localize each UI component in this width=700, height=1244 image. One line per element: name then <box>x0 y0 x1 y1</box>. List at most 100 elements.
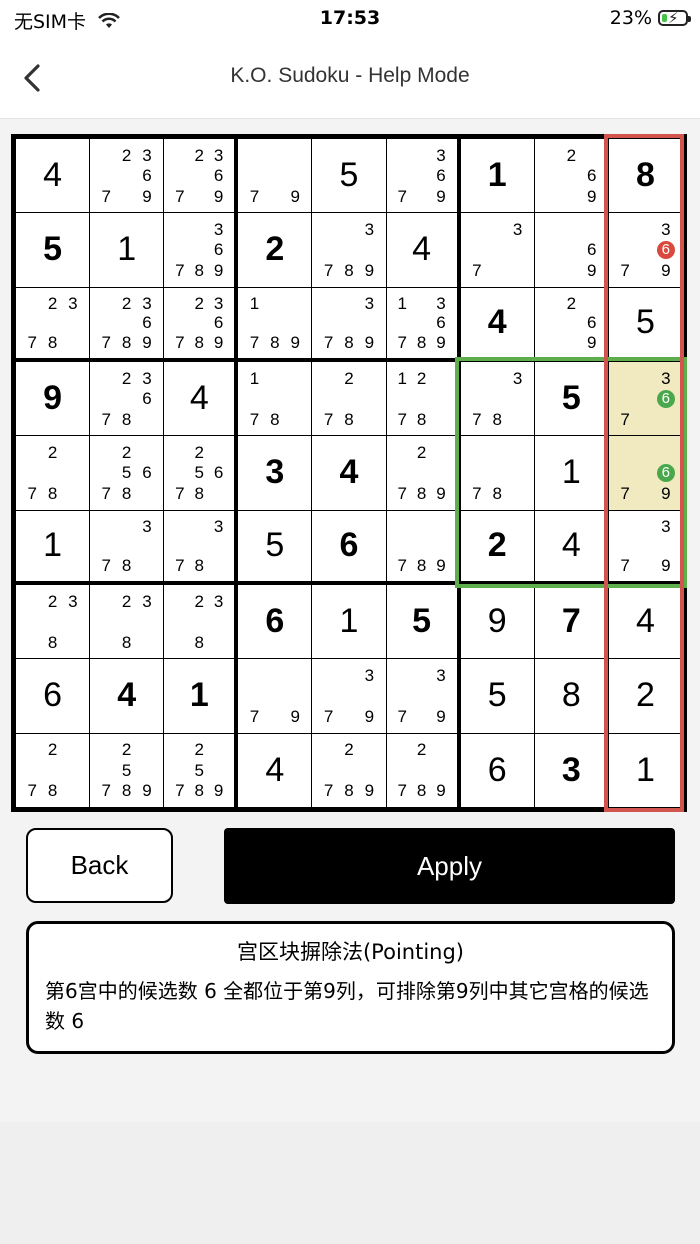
candidate: 8 <box>121 555 132 575</box>
cell-r5c9[interactable]: 6 7 9 <box>608 436 682 510</box>
cell-r7c8[interactable]: 7 <box>534 585 608 659</box>
cell-r3c8[interactable]: 269 <box>534 287 608 358</box>
cell-r7c7[interactable]: 9 <box>460 585 534 659</box>
cell-r9c3[interactable]: 25789 <box>164 733 235 807</box>
candidate: 7 <box>620 409 630 429</box>
cell-r4c1[interactable]: 9 <box>16 362 90 436</box>
cell-r5c1[interactable]: 278 <box>16 436 90 510</box>
cell-r2c2[interactable]: 1 <box>90 213 164 287</box>
back-button[interactable]: Back <box>26 828 173 903</box>
cell-r8c9[interactable]: 2 <box>608 659 682 733</box>
cell-r8c3[interactable]: 1 <box>164 659 235 733</box>
cell-r9c2[interactable]: 25789 <box>90 733 164 807</box>
candidate: 7 <box>249 332 260 352</box>
cell-r6c4[interactable]: 5 <box>238 510 312 581</box>
cell-r2c1[interactable]: 5 <box>16 213 90 287</box>
cell-r9c6[interactable]: 2 789 <box>386 733 457 807</box>
cell-r6c8[interactable]: 4 <box>534 510 608 581</box>
cell-r4c5[interactable]: 2 78 <box>312 362 386 436</box>
cell-r1c8[interactable]: 269 <box>534 139 608 213</box>
candidate <box>467 463 487 483</box>
cell-r6c5[interactable]: 6 <box>312 510 386 581</box>
cell-r5c5[interactable]: 4 <box>312 436 386 510</box>
cell-r7c1[interactable]: 23 8 <box>16 585 90 659</box>
cell-r5c6[interactable]: 2789 <box>386 436 457 510</box>
cell-r2c9[interactable]: 36 7 9 <box>608 213 682 287</box>
candidate <box>190 219 209 239</box>
cell-r8c7[interactable]: 5 <box>460 659 534 733</box>
cell-r5c4[interactable]: 3 <box>238 436 312 510</box>
candidate <box>63 781 83 801</box>
cell-r8c2[interactable]: 4 <box>90 659 164 733</box>
cell-r4c2[interactable]: 236 78 <box>90 362 164 436</box>
cell-r2c6[interactable]: 4 <box>386 213 457 287</box>
cell-r2c4[interactable]: 2 <box>238 213 312 287</box>
hint-title: 宫区块摒除法(Pointing) <box>236 940 464 964</box>
cell-r1c9[interactable]: 8 <box>608 139 682 213</box>
cell-r4c7[interactable]: 3 78 <box>460 362 534 436</box>
battery-level <box>662 14 668 22</box>
cell-r8c4[interactable]: 79 <box>238 659 312 733</box>
cell-r5c2[interactable]: 256 78 <box>90 436 164 510</box>
cell-r9c5[interactable]: 2 789 <box>312 733 386 807</box>
candidate <box>63 463 83 483</box>
candidate: 2 <box>121 145 132 165</box>
cell-r8c8[interactable]: 8 <box>534 659 608 733</box>
cell-r7c2[interactable]: 23 8 <box>90 585 164 659</box>
candidate: 9 <box>142 781 152 801</box>
cell-r2c7[interactable]: 37 <box>460 213 534 287</box>
candidate: 3 <box>436 293 446 313</box>
cell-r9c9[interactable]: 1 <box>608 733 682 807</box>
cell-r6c2[interactable]: 3 78 <box>90 510 164 581</box>
cell-r1c3[interactable]: 236 7 9 <box>164 139 235 213</box>
cell-r7c4[interactable]: 6 <box>238 585 312 659</box>
apply-button[interactable]: Apply <box>224 828 675 904</box>
cell-r1c4[interactable]: 79 <box>238 139 312 213</box>
cell-r5c7[interactable]: 78 <box>460 436 534 510</box>
cell-r8c5[interactable]: 3 7 9 <box>312 659 386 733</box>
candidate <box>541 333 561 352</box>
cell-r7c3[interactable]: 23 8 <box>164 585 235 659</box>
cell-r3c4[interactable]: 1789 <box>238 287 312 358</box>
cell-r1c7[interactable]: 1 <box>460 139 534 213</box>
cell-r4c9[interactable]: 36 7 <box>608 362 682 436</box>
cell-r3c7[interactable]: 4 <box>460 287 534 358</box>
cell-r6c3[interactable]: 3 78 <box>164 510 235 581</box>
cell-r6c9[interactable]: 3 7 9 <box>608 510 682 581</box>
cell-r7c6[interactable]: 5 <box>386 585 457 659</box>
cell-r5c8[interactable]: 1 <box>534 436 608 510</box>
cell-r6c6[interactable]: 789 <box>386 510 457 581</box>
cell-r6c1[interactable]: 1 <box>16 510 90 581</box>
cell-r4c6[interactable]: 12 78 <box>386 362 457 436</box>
cell-r2c8[interactable]: 69 <box>534 213 608 287</box>
cell-r7c5[interactable]: 1 <box>312 585 386 659</box>
cell-r9c7[interactable]: 6 <box>460 733 534 807</box>
cell-r4c3[interactable]: 4 <box>164 362 235 436</box>
cell-r7c9[interactable]: 4 <box>608 585 682 659</box>
candidate <box>170 442 189 462</box>
cell-r3c2[interactable]: 236 789 <box>90 287 164 358</box>
cell-r4c4[interactable]: 1 78 <box>238 362 312 436</box>
candidate: 5 <box>194 760 204 780</box>
cell-r9c1[interactable]: 2 78 <box>16 733 90 807</box>
cell-r5c3[interactable]: 256 78 <box>164 436 235 510</box>
candidate <box>22 760 42 780</box>
cell-r3c9[interactable]: 5 <box>608 287 682 358</box>
cell-r3c6[interactable]: 1 36 789 <box>386 287 457 358</box>
cell-r3c5[interactable]: 3 789 <box>312 287 386 358</box>
cell-r1c6[interactable]: 36 7 9 <box>386 139 457 213</box>
cell-r9c8[interactable]: 3 <box>534 733 608 807</box>
cell-r1c2[interactable]: 236 7 9 <box>90 139 164 213</box>
cell-r9c4[interactable]: 4 <box>238 733 312 807</box>
cell-r8c6[interactable]: 3 7 9 <box>386 659 457 733</box>
cell-r1c5[interactable]: 5 <box>312 139 386 213</box>
candidate: 9 <box>290 186 300 206</box>
cell-r2c3[interactable]: 36 789 <box>164 213 235 287</box>
cell-r2c5[interactable]: 3 789 <box>312 213 386 287</box>
cell-r3c3[interactable]: 236 789 <box>164 287 235 358</box>
cell-r1c1[interactable]: 4 <box>16 139 90 213</box>
cell-r3c1[interactable]: 23 78 <box>16 287 90 358</box>
cell-r8c1[interactable]: 6 <box>16 659 90 733</box>
cell-r6c7[interactable]: 2 <box>460 510 534 581</box>
cell-r4c8[interactable]: 5 <box>534 362 608 436</box>
